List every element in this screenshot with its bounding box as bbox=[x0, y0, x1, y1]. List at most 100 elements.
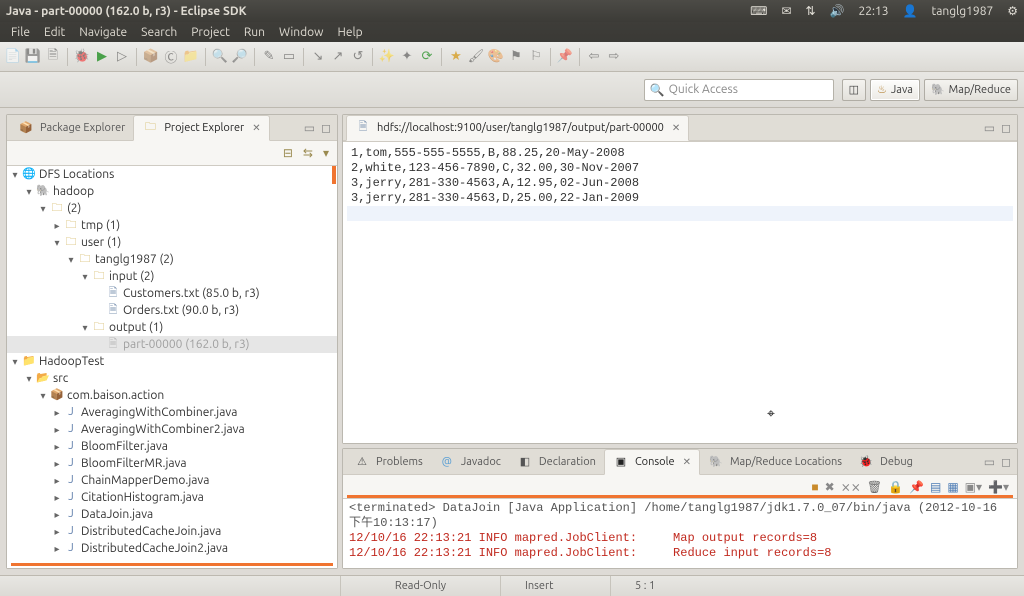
wand2-icon[interactable]: ✦ bbox=[398, 48, 416, 66]
terminate-icon[interactable]: ■ bbox=[811, 480, 818, 494]
new-package-icon[interactable]: 📦 bbox=[142, 48, 160, 66]
menu-run[interactable]: Run bbox=[237, 26, 272, 39]
remove-all-icon[interactable]: ⨯⨯ bbox=[841, 480, 861, 494]
tab-problems[interactable]: ⚠Problems bbox=[346, 450, 431, 474]
tab-mapreduce[interactable]: 🐘Map/Reduce Locations bbox=[700, 450, 850, 474]
volume-icon[interactable]: 🔊 bbox=[830, 4, 845, 18]
minimize-icon[interactable]: ▭ bbox=[984, 121, 995, 135]
toggle-mark-icon[interactable]: ✎ bbox=[260, 48, 278, 66]
close-icon[interactable]: ✕ bbox=[672, 122, 680, 134]
maximize-icon[interactable]: ◻ bbox=[1001, 121, 1011, 135]
menu-help[interactable]: Help bbox=[330, 26, 369, 39]
clock[interactable]: 22:13 bbox=[859, 5, 889, 18]
menu-search[interactable]: Search bbox=[134, 26, 184, 39]
mapreduce-perspective-button[interactable]: 🐘 Map/Reduce bbox=[924, 79, 1018, 101]
menu-edit[interactable]: Edit bbox=[37, 26, 72, 39]
tree-j7[interactable]: DataJoin.java bbox=[81, 506, 153, 523]
view-menu-icon[interactable]: ▾ bbox=[323, 146, 329, 160]
tree-hadoop[interactable]: hadoop bbox=[53, 183, 94, 200]
wand-icon[interactable]: ✨ bbox=[378, 48, 396, 66]
pin-icon[interactable]: 📌 bbox=[556, 48, 574, 66]
link-editor-icon[interactable]: ⇆ bbox=[303, 146, 313, 160]
tree-part[interactable]: part-00000 (162.0 b, r3) bbox=[123, 336, 250, 353]
new-console-icon[interactable]: ➕▾ bbox=[988, 480, 1009, 494]
toggle-block-icon[interactable]: ▭ bbox=[280, 48, 298, 66]
maximize-icon[interactable]: ◻ bbox=[321, 121, 331, 135]
tree-output[interactable]: output (1) bbox=[109, 319, 163, 336]
tree-tanglg[interactable]: tanglg1987 (2) bbox=[95, 251, 174, 268]
display-selected-icon[interactable]: ▤ bbox=[930, 480, 941, 494]
minimize-icon[interactable]: ▭ bbox=[304, 121, 315, 135]
back-icon[interactable]: ⇦ bbox=[585, 48, 603, 66]
network-icon[interactable]: ⇅ bbox=[806, 4, 816, 18]
remove-launch-icon[interactable]: ✖ bbox=[825, 480, 835, 494]
star-icon[interactable]: ★ bbox=[447, 48, 465, 66]
console-output[interactable]: <terminated> DataJoin [Java Application]… bbox=[343, 499, 1017, 568]
tree-orders[interactable]: Orders.txt (90.0 b, r3) bbox=[123, 302, 239, 319]
close-icon[interactable]: ✕ bbox=[683, 456, 691, 468]
save-icon[interactable]: 💾 bbox=[24, 48, 42, 66]
editor-body[interactable]: 1,tom,555-555-5555,B,88.25,20-May-2008 2… bbox=[343, 141, 1017, 443]
tree-hadooptest[interactable]: HadoopTest bbox=[39, 353, 104, 370]
pin-console-icon[interactable]: 📌 bbox=[909, 480, 924, 494]
forward-icon[interactable]: ⇨ bbox=[605, 48, 623, 66]
tree-j1[interactable]: AveragingWithCombiner.java bbox=[81, 404, 237, 421]
quick-access-input[interactable]: 🔍 Quick Access bbox=[644, 79, 834, 101]
editor-tab[interactable]: 🗎 hdfs://localhost:9100/user/tanglg1987/… bbox=[346, 115, 689, 141]
last-edit-icon[interactable]: ↺ bbox=[349, 48, 367, 66]
mail-icon[interactable]: ✉ bbox=[781, 4, 791, 18]
tree-j2[interactable]: AveragingWithCombiner2.java bbox=[81, 421, 245, 438]
new-folder-icon[interactable]: 📁 bbox=[182, 48, 200, 66]
search-icon[interactable]: 🔎 bbox=[231, 48, 249, 66]
tree-j4[interactable]: BloomFilterMR.java bbox=[81, 455, 187, 472]
project-tree[interactable]: ▾🌐DFS Locations ▾🐘hadoop ▾🗀(2) ▸🗀tmp (1)… bbox=[7, 165, 337, 568]
tree-j8[interactable]: DistributedCacheJoin.java bbox=[81, 523, 221, 540]
tab-javadoc[interactable]: @Javadoc bbox=[431, 450, 509, 474]
flag-icon[interactable]: ⚑ bbox=[507, 48, 525, 66]
run-icon[interactable]: ▶ bbox=[93, 48, 111, 66]
debug-icon[interactable]: 🐞 bbox=[73, 48, 91, 66]
tree-two[interactable]: (2) bbox=[67, 200, 81, 217]
open-perspective-button[interactable]: ◫ bbox=[842, 79, 866, 101]
tree-dfs[interactable]: DFS Locations bbox=[39, 166, 114, 183]
gear-icon[interactable]: ⚙ bbox=[1007, 4, 1018, 18]
tree-customers[interactable]: Customers.txt (85.0 b, r3) bbox=[123, 285, 260, 302]
new-icon[interactable]: 📄 bbox=[4, 48, 22, 66]
tree-j3[interactable]: BloomFilter.java bbox=[81, 438, 168, 455]
tree-pkg[interactable]: com.baison.action bbox=[67, 387, 164, 404]
menu-window[interactable]: Window bbox=[272, 26, 330, 39]
tab-console[interactable]: ▣Console✕ bbox=[604, 449, 700, 475]
menu-project[interactable]: Project bbox=[184, 26, 237, 39]
clear-console-icon[interactable]: 🗑 bbox=[867, 480, 882, 494]
tree-tmp[interactable]: tmp (1) bbox=[81, 217, 120, 234]
new-class-icon[interactable]: Ⓒ bbox=[162, 48, 180, 66]
tree-j6[interactable]: CitationHistogram.java bbox=[81, 489, 204, 506]
tab-declaration[interactable]: ◧Declaration bbox=[509, 450, 604, 474]
tree-user[interactable]: user (1) bbox=[81, 234, 121, 251]
maximize-icon[interactable]: ◻ bbox=[1001, 455, 1011, 469]
next-annotation-icon[interactable]: ↘ bbox=[309, 48, 327, 66]
flag2-icon[interactable]: ⚐ bbox=[527, 48, 545, 66]
tree-j5[interactable]: ChainMapperDemo.java bbox=[81, 472, 209, 489]
menu-file[interactable]: File bbox=[4, 26, 37, 39]
show-console-icon[interactable]: ▦ bbox=[947, 480, 958, 494]
java-perspective-button[interactable]: ♨ Java bbox=[870, 79, 920, 101]
tab-package-explorer[interactable]: 📦 Package Explorer bbox=[10, 116, 133, 140]
open-console-icon[interactable]: ▣▾ bbox=[965, 480, 982, 494]
save-all-icon[interactable]: 🗎 bbox=[44, 48, 62, 66]
scroll-lock-icon[interactable]: 🔒 bbox=[888, 480, 903, 494]
open-type-icon[interactable]: 🔍 bbox=[211, 48, 229, 66]
tree-j9[interactable]: DistributedCacheJoin2.java bbox=[81, 540, 228, 557]
user-name[interactable]: tanglg1987 bbox=[932, 5, 994, 18]
tab-project-explorer[interactable]: 🗀 Project Explorer ✕ bbox=[133, 115, 269, 141]
menu-navigate[interactable]: Navigate bbox=[72, 26, 134, 39]
refresh-icon[interactable]: ⟳ bbox=[418, 48, 436, 66]
run-last-icon[interactable]: ▷ bbox=[113, 48, 131, 66]
collapse-all-icon[interactable]: ⊟ bbox=[283, 146, 293, 160]
tree-input[interactable]: input (2) bbox=[109, 268, 154, 285]
prev-annotation-icon[interactable]: ↗ bbox=[329, 48, 347, 66]
close-icon[interactable]: ✕ bbox=[252, 122, 260, 134]
palette-icon[interactable]: 🎨 bbox=[487, 48, 505, 66]
paintbrush-icon[interactable]: 🖌 bbox=[467, 48, 485, 66]
tree-src[interactable]: src bbox=[53, 370, 68, 387]
